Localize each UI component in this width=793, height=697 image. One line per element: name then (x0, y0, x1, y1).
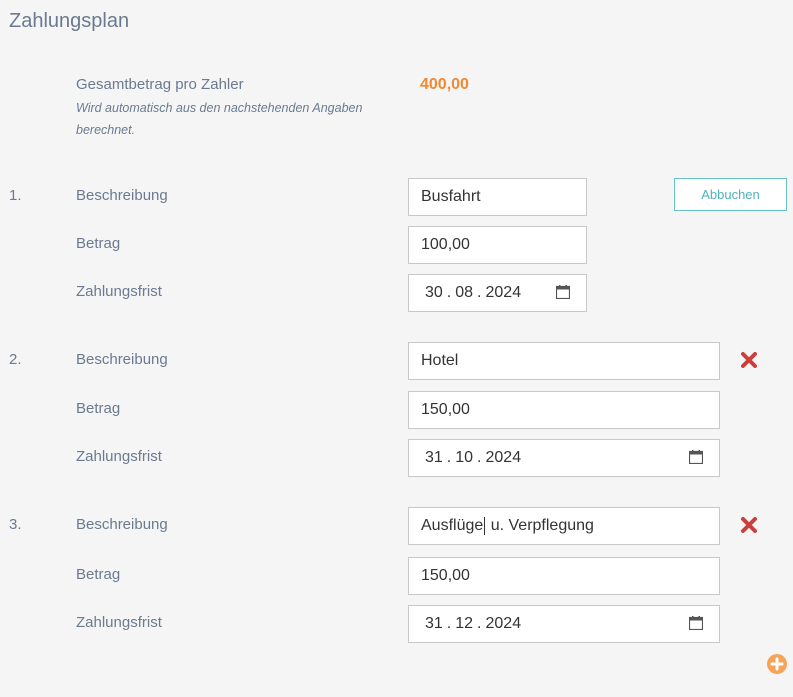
amount-value: 150,00 (421, 401, 470, 418)
due-day[interactable]: 31 (425, 615, 443, 633)
item-number: 1. (9, 187, 22, 204)
date-separator: . (477, 615, 482, 632)
description-label: Beschreibung (76, 516, 168, 533)
due-month[interactable]: 08 (455, 284, 473, 302)
calendar-icon[interactable] (689, 616, 703, 630)
item-number: 3. (9, 516, 22, 533)
due-day[interactable]: 30 (425, 284, 443, 302)
delete-icon[interactable] (740, 516, 758, 534)
due-day[interactable]: 31 (425, 449, 443, 467)
amount-label: Betrag (76, 235, 121, 252)
due-month[interactable]: 10 (455, 449, 473, 467)
delete-icon[interactable] (740, 351, 758, 369)
amount-label: Betrag (76, 566, 121, 583)
amount-field[interactable]: 150,00 (408, 557, 720, 595)
due-label: Zahlungsfrist (76, 283, 162, 300)
amount-value: 150,00 (421, 567, 470, 584)
due-date-field[interactable]: 31 . 12 . 2024 (408, 605, 720, 643)
description-label: Beschreibung (76, 187, 168, 204)
amount-value: 100,00 (421, 236, 470, 253)
description-field[interactable]: Ausflüge u. Verpflegung (408, 507, 720, 545)
calendar-icon[interactable] (689, 450, 703, 464)
due-date-field[interactable]: 31 . 10 . 2024 (408, 439, 720, 477)
date-separator: . (477, 449, 482, 466)
date-separator: . (446, 284, 452, 301)
due-year[interactable]: 2024 (486, 284, 522, 302)
description-value-part1: Ausflüge (421, 517, 484, 534)
description-field[interactable]: Busfahrt (408, 178, 587, 216)
due-label: Zahlungsfrist (76, 614, 162, 631)
description-value: Busfahrt (421, 188, 481, 205)
date-separator: . (446, 449, 452, 466)
add-icon[interactable] (767, 654, 787, 674)
description-value-part2: u. Verpflegung (486, 517, 594, 534)
amount-label: Betrag (76, 400, 121, 417)
due-date-field[interactable]: 30 . 08 . 2024 (408, 274, 587, 312)
total-value: 400,00 (420, 76, 469, 93)
description-field[interactable]: Hotel (408, 342, 720, 380)
due-year[interactable]: 2024 (486, 615, 522, 633)
total-hint: Wird automatisch aus den nachstehenden A… (76, 101, 363, 137)
due-year[interactable]: 2024 (486, 449, 522, 467)
amount-field[interactable]: 150,00 (408, 391, 720, 429)
abbuchen-button[interactable]: Abbuchen (674, 178, 787, 211)
item-number: 2. (9, 351, 22, 368)
total-label: Gesamtbetrag pro Zahler (76, 76, 244, 93)
date-separator: . (446, 615, 452, 632)
description-label: Beschreibung (76, 351, 168, 368)
calendar-icon[interactable] (556, 285, 570, 299)
amount-field[interactable]: 100,00 (408, 226, 587, 264)
page-title: Zahlungsplan (9, 10, 130, 32)
date-separator: . (477, 284, 482, 301)
due-month[interactable]: 12 (455, 615, 473, 633)
description-value: Hotel (421, 352, 459, 369)
text-cursor (484, 517, 486, 535)
due-label: Zahlungsfrist (76, 448, 162, 465)
